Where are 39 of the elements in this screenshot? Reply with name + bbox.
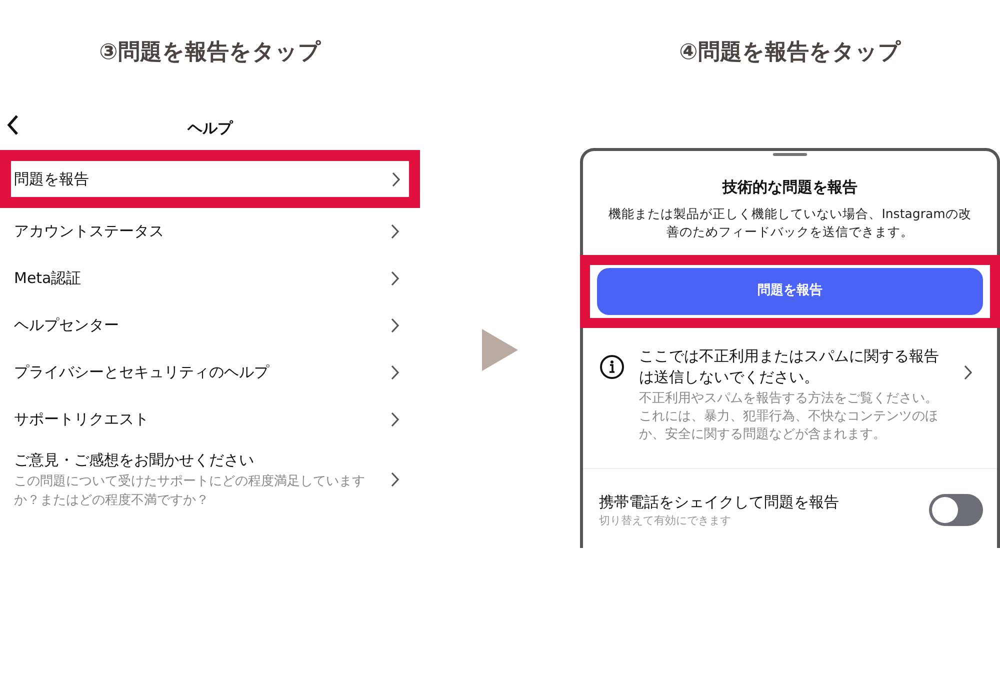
step-heading: ④問題を報告をタップ: [678, 39, 902, 67]
chevron-icon: [963, 364, 973, 380]
chevron-icon: [390, 317, 400, 334]
chevron-icon: [391, 170, 401, 188]
step-heading: ③問題を報告をタップ: [98, 39, 322, 67]
notice-row[interactable]: ここでは不正利用またはスパムに関する報告は送信しないでください。 不正利用やスパムを報告する方法をご覧ください。これには、暴力、犯罪行為、不快なコンテンツのほか、安全に関する問題などが含まれます。: [583, 346, 997, 444]
chevron-icon: [390, 223, 400, 240]
chevron-icon: [390, 411, 400, 428]
notice-body: 不正利用やスパムを報告する方法をご覧ください。これには、暴力、犯罪行為、不快なコンテンツのほか、安全に関する問題などが含まれます。: [639, 390, 939, 444]
report-button[interactable]: 問題を報告: [597, 268, 983, 314]
chevron-icon: [390, 270, 400, 287]
menu-item-label: サポートリクエスト: [14, 409, 149, 430]
sheet-title: 技術的な問題を報告: [721, 177, 858, 198]
chevron-icon: [390, 470, 400, 488]
menu-item-label: ヘルプセンター: [14, 315, 119, 336]
notice-title: ここでは不正利用またはスパムに関する報告は送信しないでください。: [639, 346, 940, 388]
menu-item[interactable]: 問題を報告: [0, 150, 420, 208]
menu-item-label: アカウントステータス: [14, 221, 164, 242]
sheet-description: 機能または製品が正しく機能していない場合、Instagramの改善のためフィードバックを送信できます。: [608, 204, 972, 240]
page-title: ヘルプ: [188, 118, 232, 139]
menu-item-label: プライバシーとセキュリティのヘルプ: [14, 362, 269, 384]
back-icon[interactable]: [6, 114, 20, 136]
chevron-icon: [390, 364, 400, 381]
shake-hint: 切り替えて有効にできます: [599, 513, 732, 529]
menu-item[interactable]: Meta認証: [0, 255, 420, 302]
info-icon: [599, 354, 625, 380]
menu-item[interactable]: ご意見・ご感想をお聞かせください この問題について受けたサポートにどの程度満足していますか？またはどの程度不満ですか？: [0, 443, 420, 516]
menu-item[interactable]: サポートリクエスト: [0, 396, 420, 443]
drag-handle[interactable]: [773, 153, 807, 156]
toggle-switch[interactable]: [929, 494, 983, 526]
menu-item-description: この問題について受けたサポートにどの程度満足していますか？またはどの程度不満ですか？: [14, 472, 366, 510]
menu-item-label: Meta認証: [14, 268, 82, 290]
menu-item[interactable]: プライバシーとセキュリティのヘルプ: [0, 349, 420, 396]
menu-item-label: 問題を報告: [14, 168, 89, 190]
arrow-icon: [480, 327, 520, 373]
menu-item-label: ご意見・ご感想をお聞かせください: [14, 450, 255, 471]
menu-item[interactable]: ヘルプセンター: [0, 302, 420, 349]
shake-label: 携帯電話をシェイクして問題を報告: [599, 492, 839, 512]
menu-item[interactable]: アカウントステータス: [0, 208, 420, 255]
